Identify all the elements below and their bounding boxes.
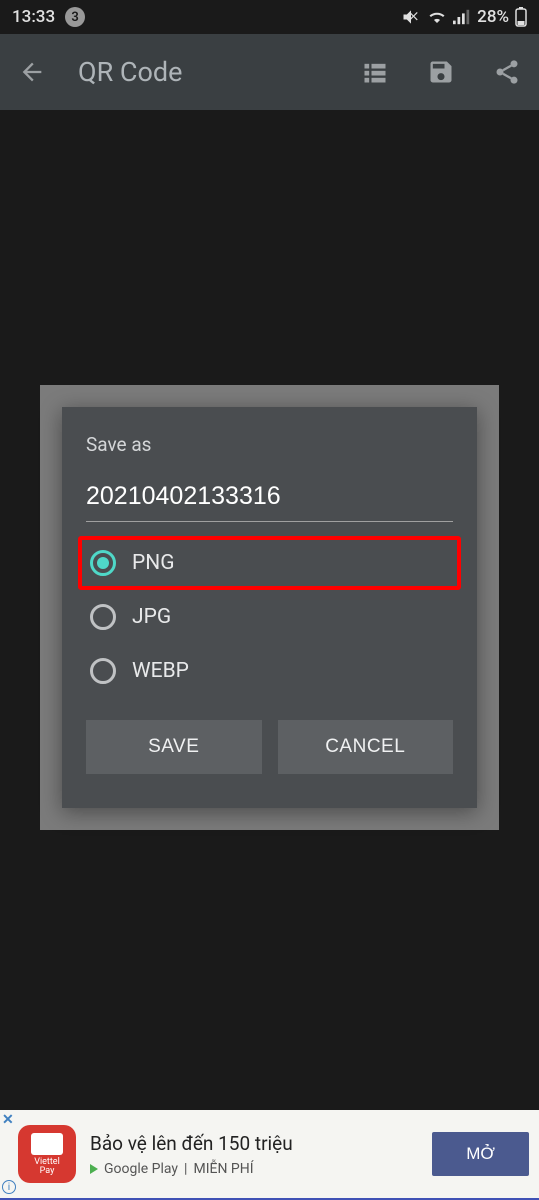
back-icon[interactable]: [18, 58, 46, 86]
ad-info-icon[interactable]: i: [2, 1180, 16, 1194]
status-bar: 13:33 3 28%: [0, 0, 539, 34]
format-option-webp[interactable]: WEBP: [86, 644, 453, 698]
radio-label: WEBP: [132, 659, 189, 683]
signal-icon: [453, 9, 471, 25]
format-option-jpg[interactable]: JPG: [86, 590, 453, 644]
google-play-icon: [90, 1164, 98, 1174]
mute-icon: [401, 7, 421, 27]
radio-icon: [90, 550, 116, 576]
cancel-button[interactable]: CANCEL: [278, 720, 454, 774]
ad-open-button[interactable]: MỞ: [432, 1132, 529, 1176]
radio-icon: [90, 658, 116, 684]
ad-close-icon[interactable]: ✕: [2, 1112, 14, 1128]
wifi-icon: [427, 8, 447, 26]
filename-input[interactable]: [86, 482, 453, 522]
ad-subtitle: Google Play | MIỄN PHÍ: [90, 1161, 432, 1177]
radio-label: PNG: [132, 551, 175, 575]
ad-title: Bảo vệ lên đến 150 triệu: [90, 1132, 432, 1155]
content-area: Save as PNG JPG WEBP SAVE CAN: [0, 110, 539, 1110]
save-button[interactable]: SAVE: [86, 720, 262, 774]
radio-label: JPG: [132, 605, 171, 629]
battery-percent: 28%: [477, 7, 509, 27]
list-icon[interactable]: [361, 58, 389, 86]
dialog-scrim: Save as PNG JPG WEBP SAVE CAN: [40, 385, 499, 830]
save-as-dialog: Save as PNG JPG WEBP SAVE CAN: [62, 407, 477, 808]
radio-icon: [90, 604, 116, 630]
ad-app-icon: Viettel Pay: [18, 1125, 76, 1183]
save-icon[interactable]: [427, 58, 455, 86]
page-title: QR Code: [78, 56, 329, 88]
share-icon[interactable]: [493, 58, 521, 86]
ad-banner[interactable]: ✕ i Viettel Pay Bảo vệ lên đến 150 triệu…: [0, 1110, 539, 1200]
status-time: 13:33: [12, 7, 55, 27]
battery-icon: [515, 7, 527, 27]
format-option-png[interactable]: PNG: [78, 536, 461, 590]
notification-count-badge: 3: [65, 7, 85, 27]
app-bar: QR Code: [0, 34, 539, 110]
dialog-title: Save as: [86, 433, 453, 456]
